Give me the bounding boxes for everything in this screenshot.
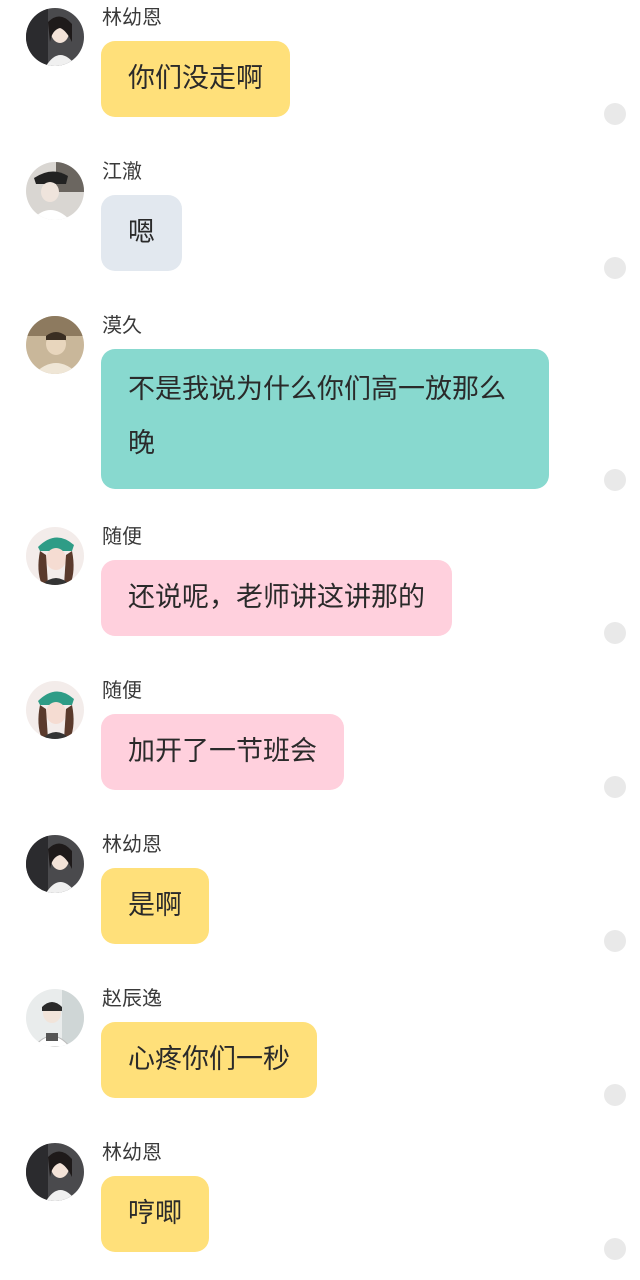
read-status-dot: [604, 103, 626, 125]
message-bubble[interactable]: 还说呢，老师讲这讲那的: [101, 560, 452, 636]
sender-name: 漠久: [102, 313, 142, 337]
sender-name: 随便: [102, 678, 142, 702]
message-bubble[interactable]: 哼唧: [101, 1176, 209, 1252]
avatar-girl-green-cap-icon: [26, 681, 84, 739]
avatar-girl-dark-hair-icon: [26, 8, 84, 66]
sender-name: 林幼恩: [102, 1140, 162, 1164]
read-status-dot: [604, 930, 626, 952]
message-bubble[interactable]: 心疼你们一秒: [101, 1022, 317, 1098]
read-status-dot: [604, 1238, 626, 1260]
avatar[interactable]: [26, 681, 84, 739]
avatar[interactable]: [26, 316, 84, 374]
sender-name: 随便: [102, 524, 142, 548]
sender-name: 林幼恩: [102, 832, 162, 856]
avatar[interactable]: [26, 989, 84, 1047]
sender-name: 江澈: [102, 159, 142, 183]
message-bubble[interactable]: 你们没走啊: [101, 41, 290, 117]
message-bubble[interactable]: 加开了一节班会: [101, 714, 344, 790]
chat-message-list: 林幼恩 你们没走啊 江澈 嗯 漠久 不是我说为什么你们高一放那么晚 随便 还说呢…: [0, 0, 640, 1280]
message-bubble[interactable]: 嗯: [101, 195, 182, 271]
sender-name: 林幼恩: [102, 5, 162, 29]
avatar[interactable]: [26, 835, 84, 893]
avatar[interactable]: [26, 8, 84, 66]
message-bubble[interactable]: 是啊: [101, 868, 209, 944]
message-bubble[interactable]: 不是我说为什么你们高一放那么晚: [101, 349, 549, 489]
avatar-boy-cap-icon: [26, 162, 84, 220]
avatar-girl-green-cap-icon: [26, 527, 84, 585]
read-status-dot: [604, 776, 626, 798]
avatar-girl-dark-hair-icon: [26, 835, 84, 893]
avatar-girl-dark-hair-icon: [26, 1143, 84, 1201]
read-status-dot: [604, 469, 626, 491]
avatar[interactable]: [26, 162, 84, 220]
avatar-boy-sepia-icon: [26, 316, 84, 374]
read-status-dot: [604, 622, 626, 644]
avatar-boy-light-icon: [26, 989, 84, 1047]
read-status-dot: [604, 1084, 626, 1106]
avatar[interactable]: [26, 527, 84, 585]
sender-name: 赵辰逸: [102, 986, 162, 1010]
read-status-dot: [604, 257, 626, 279]
avatar[interactable]: [26, 1143, 84, 1201]
